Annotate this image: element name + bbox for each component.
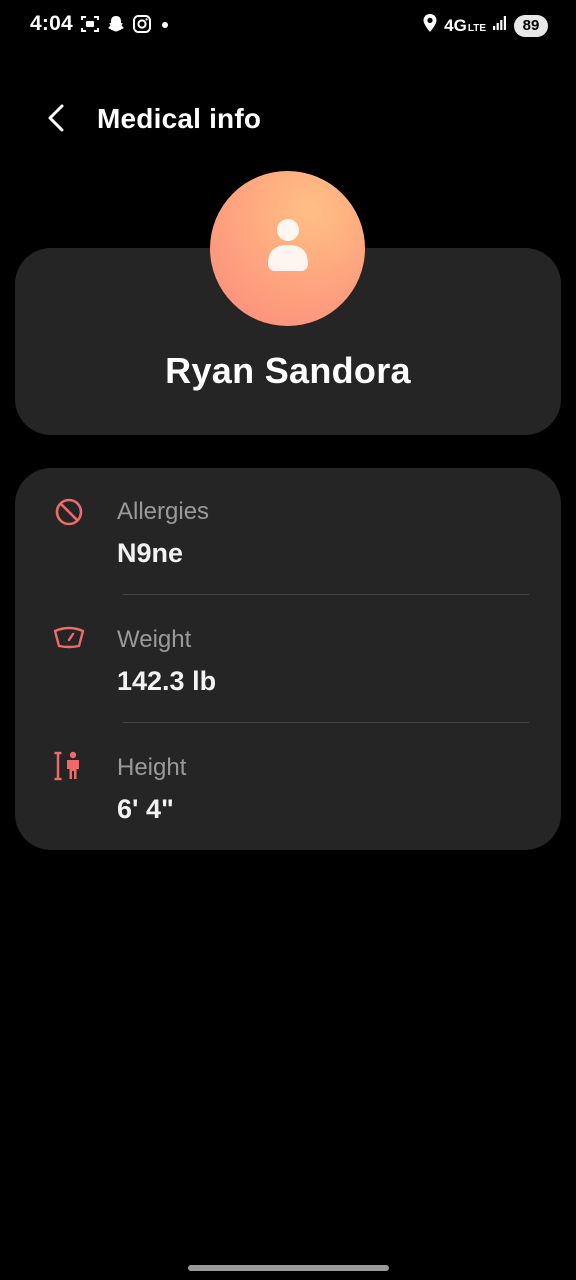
chevron-left-icon xyxy=(45,103,67,138)
status-system-icons: 4G LTE 89 xyxy=(422,13,548,38)
instagram-icon xyxy=(132,14,152,39)
medical-info-card: Allergies N9ne Weight 142.3 lb Height 6'… xyxy=(15,468,561,850)
navigation-handle[interactable] xyxy=(188,1265,389,1271)
profile-name: Ryan Sandora xyxy=(165,350,411,391)
allergies-label: Allergies xyxy=(117,498,210,525)
divider xyxy=(123,594,529,595)
back-button[interactable] xyxy=(34,98,78,142)
divider xyxy=(123,722,529,723)
battery-indicator: 89 xyxy=(514,14,548,37)
network-sub-label: LTE xyxy=(467,22,486,34)
screenshot-icon xyxy=(80,14,100,39)
status-bar: 4:04 4G LTE 89 xyxy=(0,0,576,52)
allergies-value: N9ne xyxy=(117,538,184,568)
network-label: 4G xyxy=(444,15,467,35)
snapchat-icon xyxy=(106,14,126,39)
network-type: 4G LTE xyxy=(444,16,486,36)
person-icon xyxy=(266,218,310,279)
location-icon xyxy=(422,13,438,38)
notification-dot-icon xyxy=(158,14,172,39)
allergies-row[interactable]: Allergies N9ne xyxy=(15,468,561,596)
height-icon xyxy=(53,750,85,782)
status-notification-icons xyxy=(80,14,172,39)
weight-value: 142.3 lb xyxy=(117,666,217,696)
page-title: Medical info xyxy=(97,103,262,134)
weight-label: Weight xyxy=(117,626,192,653)
height-label: Height xyxy=(117,754,187,781)
height-row[interactable]: Height 6' 4" xyxy=(15,724,561,852)
avatar[interactable] xyxy=(210,171,365,326)
signal-icon xyxy=(492,14,508,37)
no-allergy-icon xyxy=(53,496,85,528)
weight-row[interactable]: Weight 142.3 lb xyxy=(15,596,561,724)
height-value: 6' 4" xyxy=(117,794,174,824)
scale-icon xyxy=(53,622,85,654)
status-time: 4:04 xyxy=(30,12,73,35)
